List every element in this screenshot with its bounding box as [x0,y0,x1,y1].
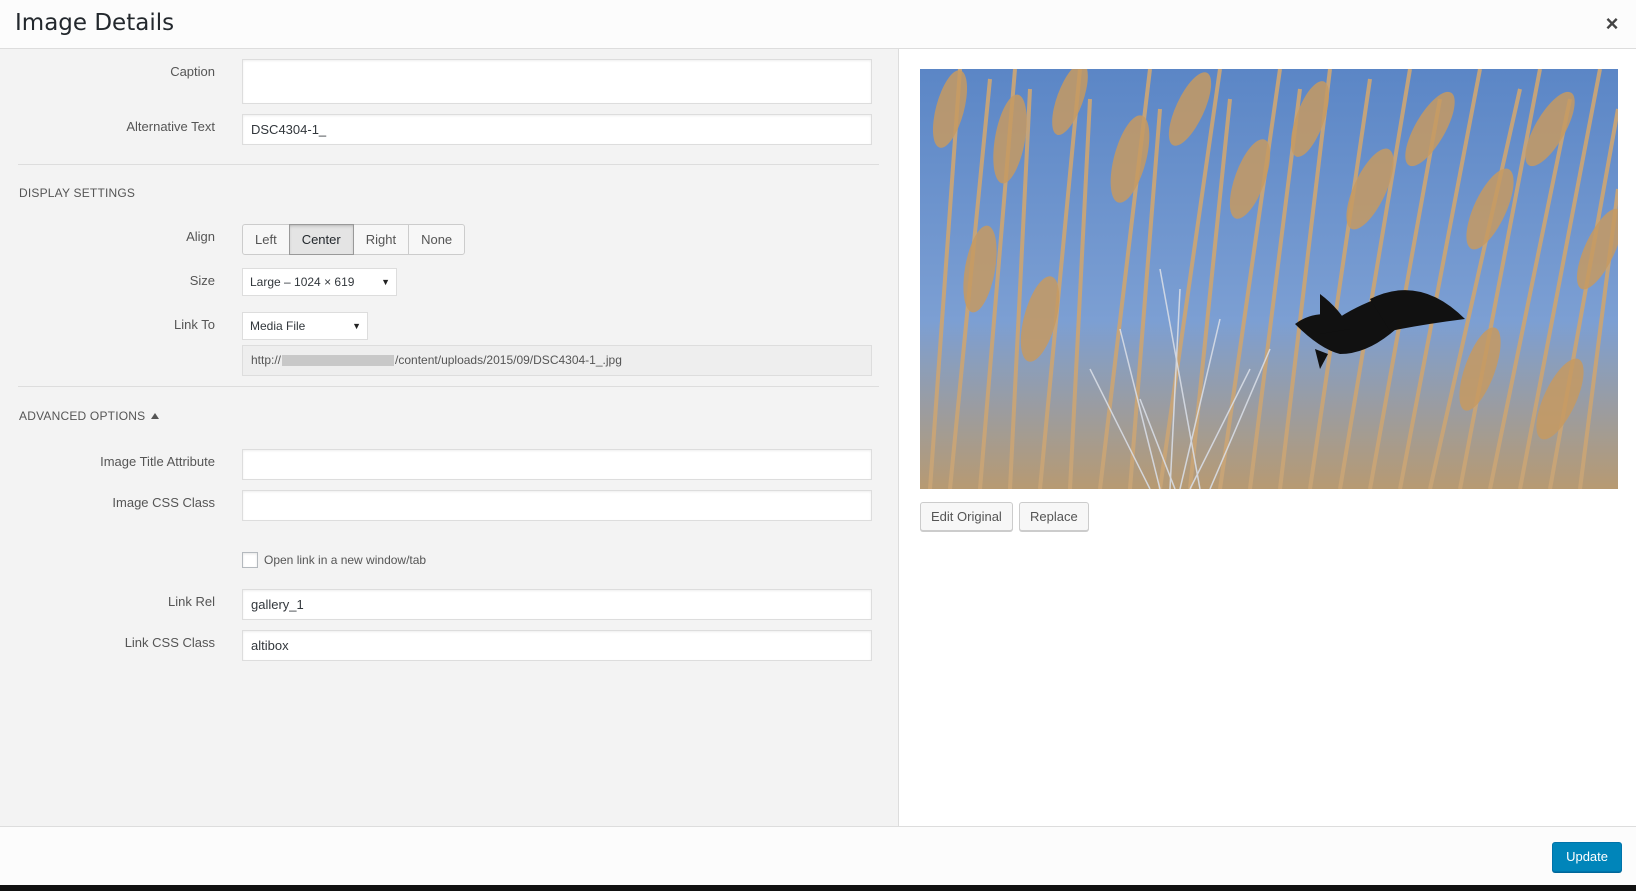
link-rel-input[interactable]: gallery_1 [242,589,872,620]
edit-original-button[interactable]: Edit Original [920,502,1013,531]
update-button[interactable]: Update [1552,842,1622,872]
link-url-field[interactable]: http:// /content/uploads/2015/09/DSC4304-… [242,345,872,376]
settings-panel: Caption Alternative Text DSC4304-1_ DISP… [0,49,899,826]
chevron-down-icon: ▼ [352,321,361,331]
align-center-button[interactable]: Center [288,224,354,255]
new-window-label: Open link in a new window/tab [264,553,427,567]
replace-button[interactable]: Replace [1019,502,1089,531]
new-window-row: Open link in a new window/tab [242,551,426,569]
new-window-checkbox[interactable] [242,552,258,568]
link-css-class-label: Link CSS Class [124,635,215,650]
caption-textarea[interactable] [242,59,872,104]
caption-label: Caption [170,64,215,79]
reeds-bird-photo [920,69,1618,489]
link-to-select-value: Media File [250,319,306,333]
alt-text-input[interactable]: DSC4304-1_ [242,114,872,145]
url-prefix: http:// [251,353,282,367]
link-css-class-input[interactable]: altibox [242,630,872,661]
chevron-down-icon: ▼ [381,277,390,287]
link-to-select[interactable]: Media File ▼ [242,312,368,340]
bottom-bar [0,885,1636,891]
align-right-button[interactable]: Right [352,224,410,255]
title-attribute-label: Image Title Attribute [100,454,215,469]
align-button-group: Left Center Right None [242,224,466,255]
image-preview [920,69,1618,489]
title-attribute-input[interactable] [242,449,872,480]
size-label: Size [189,273,215,288]
size-select-value: Large – 1024 × 619 [250,275,355,289]
close-icon[interactable]: × [1600,12,1624,36]
size-select[interactable]: Large – 1024 × 619 ▼ [242,268,397,296]
display-settings-heading: DISPLAY SETTINGS [19,186,136,200]
link-to-label: Link To [174,317,215,332]
url-suffix: /content/uploads/2015/09/DSC4304-1_.jpg [395,353,622,367]
preview-panel: Edit Original Replace [900,49,1636,826]
divider [18,386,879,387]
caret-up-icon [151,413,160,419]
align-label: Align [186,229,215,244]
redacted-domain [282,355,395,367]
link-rel-label: Link Rel [168,594,215,609]
dialog-title: Image Details [15,10,175,36]
image-css-class-label: Image CSS Class [112,495,215,510]
dialog-header: Image Details × [0,0,1636,49]
align-none-button[interactable]: None [408,224,466,255]
advanced-options-toggle[interactable]: ADVANCED OPTIONS [19,409,160,423]
advanced-options-heading: ADVANCED OPTIONS [19,409,146,423]
dialog-footer: Update [0,826,1636,885]
align-left-button[interactable]: Left [242,224,290,255]
image-css-class-input[interactable] [242,490,872,521]
alt-text-label: Alternative Text [126,119,215,134]
divider [18,164,879,165]
